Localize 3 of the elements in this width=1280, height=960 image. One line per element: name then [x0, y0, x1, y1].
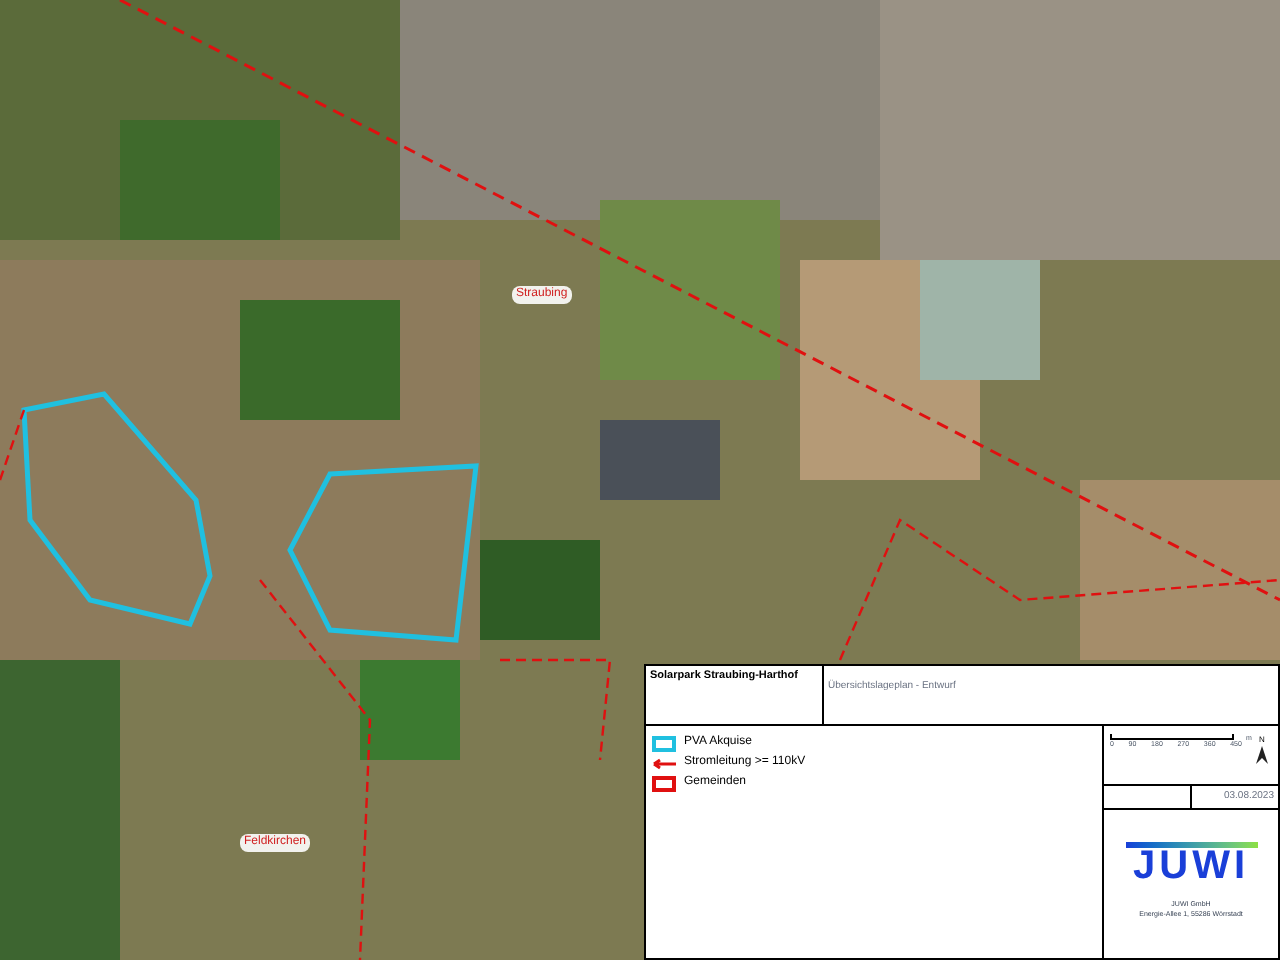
- company-logo: JUWI: [1123, 842, 1259, 884]
- north-arrow-icon: [1255, 746, 1268, 764]
- scale-bar: [1110, 734, 1234, 740]
